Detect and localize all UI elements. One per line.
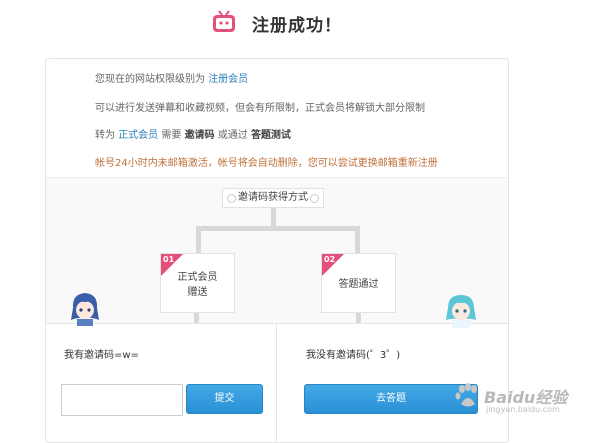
page-header: 注册成功！: [0, 0, 600, 58]
card-text-line2: 赠送: [187, 287, 208, 298]
card-text: 正式会员 赠送: [161, 270, 234, 300]
card-text-line1: 正式会员: [177, 272, 218, 283]
card-number: 01: [163, 255, 175, 264]
watermark-url: jingyan.baidu.com: [486, 405, 560, 414]
member-level-link[interactable]: 注册会员: [208, 74, 248, 85]
have-code-label: 我有邀请码=w=: [64, 350, 139, 361]
upgrade-prefix: 转为: [95, 130, 115, 141]
flow-line-center: [271, 207, 276, 227]
mascot-icon: [446, 295, 476, 328]
paw-icon: [455, 383, 477, 407]
card-number: 02: [324, 255, 336, 264]
method-card-1: 01 正式会员 赠送: [160, 253, 235, 313]
mascot-icon: [71, 293, 99, 326]
invite-code-section: 我有邀请码=w= 提交 我没有邀请码(゜3゜) 去答题: [46, 323, 508, 442]
upgrade-line: 转为 正式会员 需要 邀请码 或通过 答题测试: [95, 126, 291, 141]
upgrade-need: 需要: [161, 130, 182, 141]
tv-logo-icon: [213, 10, 235, 32]
no-code-label: 我没有邀请码(゜3゜): [306, 350, 401, 361]
baidu-watermark: Baidu经验 jingyan.baidu.com: [454, 380, 594, 416]
upgrade-or: 或通过: [217, 130, 248, 141]
limit-line: 可以进行发送弹幕和收藏视频，但会有所限制，正式会员将解锁大部分限制: [95, 103, 425, 114]
invite-code-input[interactable]: [61, 384, 183, 416]
method-card-2: 02 答题通过: [321, 253, 396, 313]
card-text-line1: 答题通过: [338, 279, 379, 290]
invite-method-title: 邀请码获得方式: [222, 188, 324, 208]
invite-code-text: 邀请码: [184, 130, 215, 141]
invite-method-flow: 邀请码获得方式 01 正式会员 赠送 02 答题通过: [46, 177, 508, 325]
permission-prefix: 您现在的网站权限级别为: [95, 74, 205, 85]
flow-line-right: [355, 226, 360, 256]
activation-warning: 帐号24小时内未邮箱激活，帐号将会自动删除，您可以尝试更换邮箱重新注册: [95, 158, 438, 169]
quiz-test-text: 答题测试: [250, 130, 291, 141]
formal-member-link[interactable]: 正式会员: [118, 130, 158, 141]
flow-line-horizontal: [196, 226, 360, 231]
card-text: 答题通过: [322, 277, 395, 292]
section-divider: [276, 323, 277, 442]
take-quiz-button[interactable]: 去答题: [304, 384, 478, 414]
permission-line: 您现在的网站权限级别为 注册会员: [95, 70, 248, 85]
flow-line-left: [196, 226, 201, 256]
info-section: 您现在的网站权限级别为 注册会员 可以进行发送弹幕和收藏视频，但会有所限制，正式…: [46, 59, 508, 177]
submit-button[interactable]: 提交: [186, 384, 263, 414]
registration-panel: 您现在的网站权限级别为 注册会员 可以进行发送弹幕和收藏视频，但会有所限制，正式…: [45, 58, 509, 443]
page-title: 注册成功！: [252, 16, 342, 36]
